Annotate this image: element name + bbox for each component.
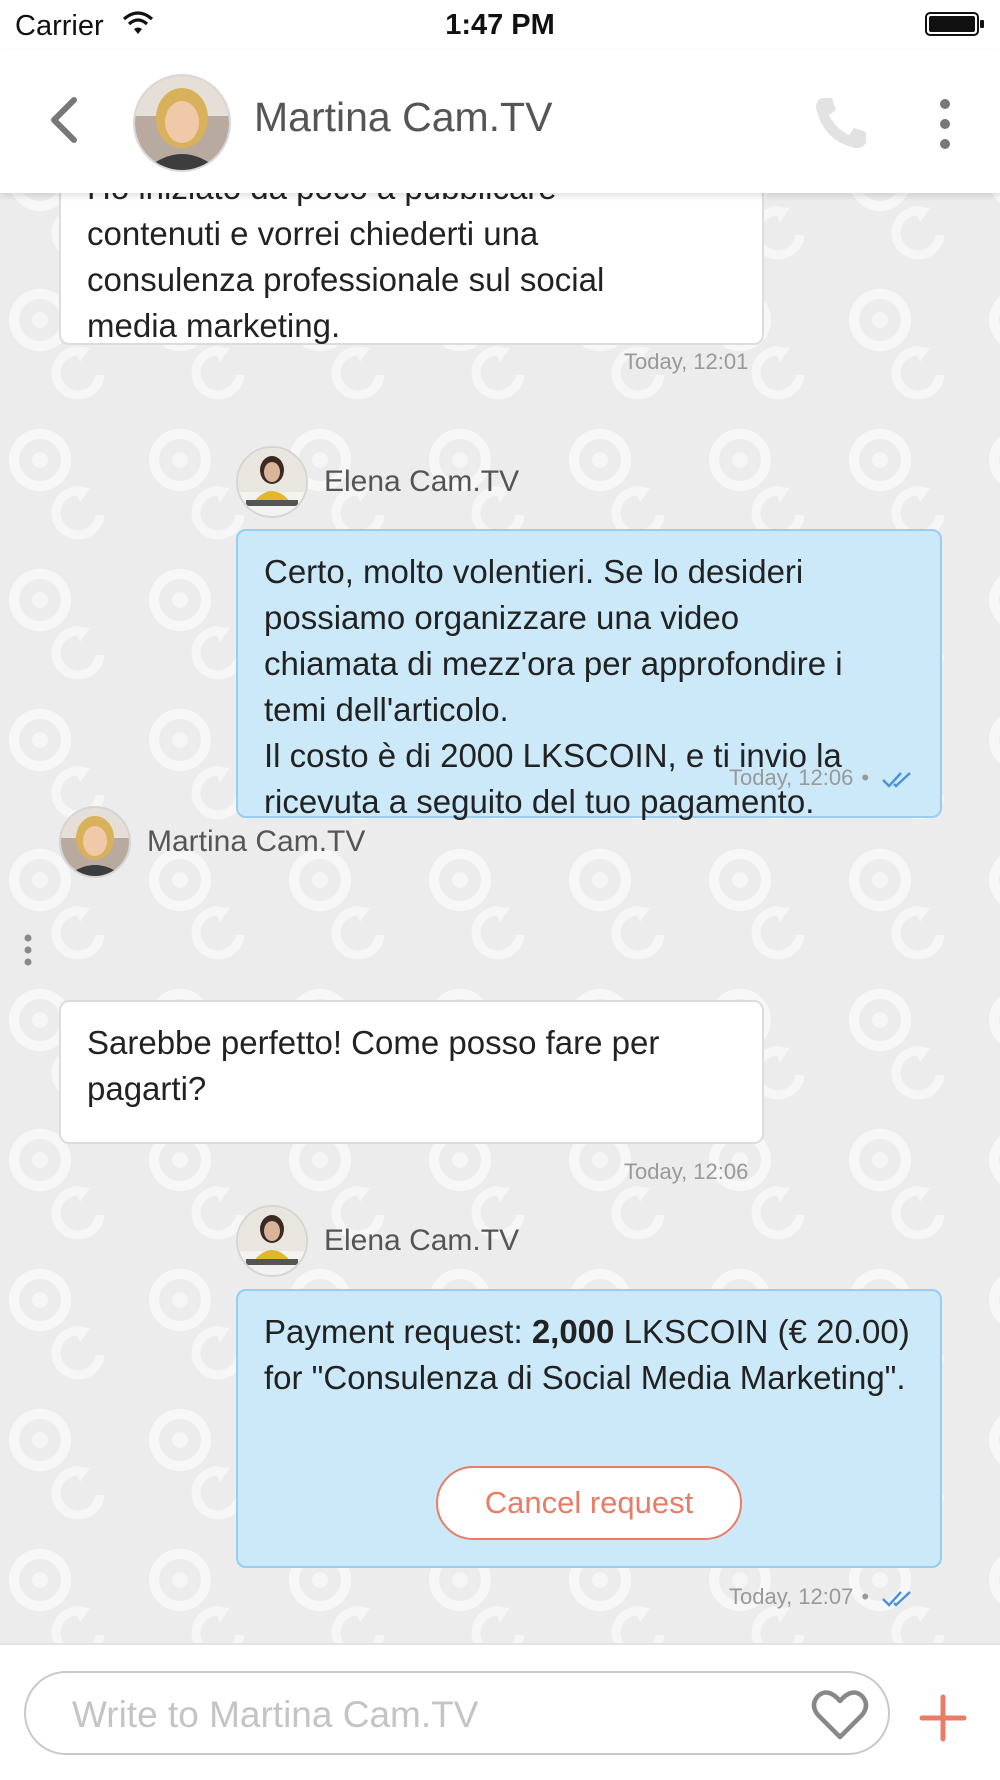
separator-dot: • xyxy=(861,1584,870,1609)
message-bubble-incoming[interactable]: Ho iniziato da poco a pubblicare contenu… xyxy=(59,193,764,345)
message-sender: Martina Cam.TV xyxy=(59,806,365,878)
status-bar: Carrier 1:47 PM xyxy=(0,0,1000,50)
chat-header: Martina Cam.TV xyxy=(0,50,1000,193)
blonde-woman-avatar-icon xyxy=(61,808,129,876)
message-options-icon[interactable] xyxy=(22,933,34,967)
separator-dot: • xyxy=(861,765,870,790)
double-check-icon xyxy=(882,772,911,788)
double-check-icon xyxy=(882,1591,911,1607)
heart-icon[interactable] xyxy=(810,1687,870,1743)
message-sender: Elena Cam.TV xyxy=(236,1205,519,1277)
payment-request-bubble[interactable]: Payment request: 2,000 LKSCOIN (€ 20.00)… xyxy=(236,1289,942,1568)
message-timestamp: Today, 12:07 xyxy=(729,1584,854,1609)
battery-icon xyxy=(925,12,984,36)
message-timestamp: Today, 12:06 xyxy=(729,765,854,790)
payment-amount: 2,000 xyxy=(531,1313,615,1350)
message-text: Ho iniziato da poco a pubblicare contenu… xyxy=(87,193,605,344)
message-text: Sarebbe perfetto! Come posso fare per pa… xyxy=(87,1024,660,1107)
sender-avatar[interactable] xyxy=(236,446,308,518)
woman-desk-avatar-icon xyxy=(238,448,306,516)
phone-call-icon[interactable] xyxy=(808,90,874,156)
message-input[interactable] xyxy=(70,1685,794,1745)
message-timestamp-row: Today, 12:06 • xyxy=(729,765,915,791)
message-timestamp: Today, 12:01 xyxy=(624,349,749,374)
chat-message-list[interactable]: Ho iniziato da poco a pubblicare contenu… xyxy=(0,193,1000,1643)
sender-name: Elena Cam.TV xyxy=(324,1224,520,1257)
more-options-icon[interactable] xyxy=(932,94,958,154)
message-sender: Elena Cam.TV xyxy=(236,446,519,518)
message-timestamp: Today, 12:06 xyxy=(624,1159,749,1184)
contact-name-title: Martina Cam.TV xyxy=(254,94,553,140)
message-bubble-incoming[interactable]: Sarebbe perfetto! Come posso fare per pa… xyxy=(59,1000,764,1144)
message-timestamp-row: Today, 12:07 • xyxy=(729,1584,915,1610)
sender-avatar[interactable] xyxy=(59,806,131,878)
back-arrow-icon[interactable] xyxy=(40,90,92,150)
sender-avatar[interactable] xyxy=(236,1205,308,1277)
blonde-woman-avatar-icon xyxy=(135,76,229,170)
sender-name: Martina Cam.TV xyxy=(147,825,366,858)
message-input-wrapper xyxy=(24,1671,890,1755)
payment-prefix: Payment request: xyxy=(264,1313,532,1350)
payment-request-text: Payment request: 2,000 LKSCOIN (€ 20.00)… xyxy=(264,1309,914,1401)
cancel-request-button[interactable]: Cancel request xyxy=(436,1466,742,1540)
plus-icon[interactable] xyxy=(918,1693,968,1743)
message-composer xyxy=(0,1643,1000,1780)
sender-name: Elena Cam.TV xyxy=(324,465,520,498)
status-time: 1:47 PM xyxy=(445,9,555,41)
woman-desk-avatar-icon xyxy=(238,1207,306,1275)
contact-avatar[interactable] xyxy=(133,74,231,172)
